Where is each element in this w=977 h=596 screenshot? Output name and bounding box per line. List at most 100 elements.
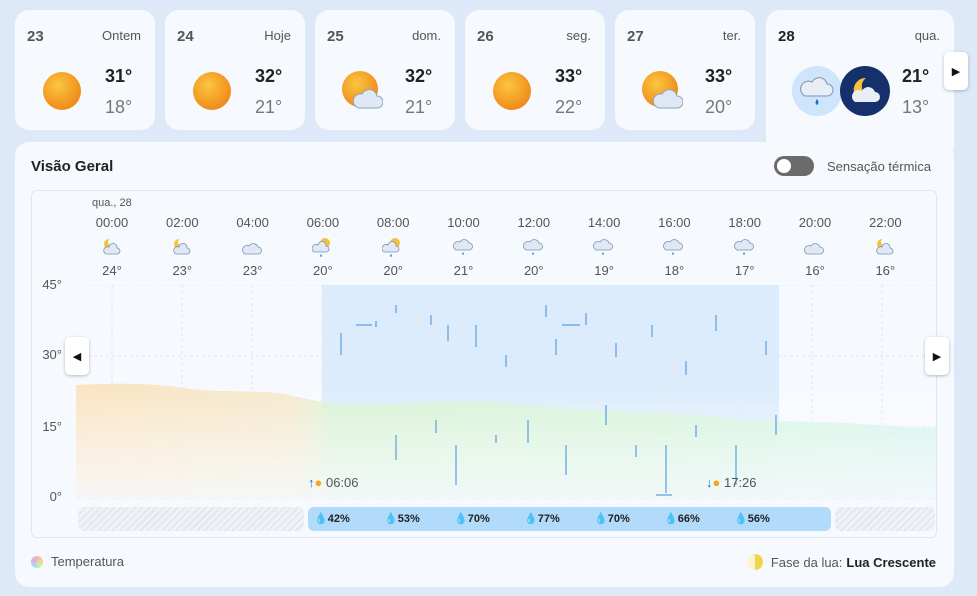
moon-cloud-icon [103, 238, 121, 255]
hour-label: 14:00 [587, 215, 621, 230]
day-name: qua. [914, 28, 940, 43]
y-tick: 30° [42, 347, 62, 362]
drop-icon: 💧 [734, 513, 748, 525]
hour-temp: 16° [805, 263, 825, 278]
hour-label: 18:00 [728, 215, 761, 230]
moon-phase: Fase da lua: Lua Crescente [746, 554, 936, 570]
hour-temp: 24° [102, 263, 122, 278]
drop-icon: 💧 [524, 513, 538, 525]
sun-icon: ● [712, 475, 721, 490]
day-name: Hoje [264, 28, 291, 43]
chevron-left-icon: ◀ [72, 350, 82, 363]
rain-cloud-icon [452, 239, 473, 255]
drop-icon: 💧 [454, 513, 468, 525]
temperature-plot [76, 285, 936, 499]
drop-icon: 💧 [314, 513, 328, 525]
sunset-label: ↓● 17:26 [706, 475, 757, 490]
hour-label: 00:00 [95, 215, 129, 230]
hour-label: 02:00 [166, 215, 199, 230]
humidity-percent: 77% [537, 513, 560, 525]
humidity-bar: 💧42% 💧53% 💧70% 💧77% 💧70% 💧66% 💧56% [308, 507, 831, 531]
y-tick: 45° [42, 277, 62, 292]
hour-temp: 23° [172, 263, 193, 278]
rain-cloud-icon [792, 66, 842, 116]
day-card-1[interactable]: 24 Hoje 32° 21° [165, 10, 305, 130]
moon-phase-value: Lua Crescente [846, 554, 936, 570]
humidity-value: 💧56% [734, 512, 770, 525]
low-temp: 18° [105, 97, 133, 117]
cloud-icon [241, 243, 262, 255]
sunrise-time: 06:06 [325, 475, 359, 490]
high-temp: 33° [705, 66, 733, 86]
overview-panel: Visão Geral Sensação térmica qua., 28 00… [15, 142, 954, 587]
day-card-2[interactable]: 25 dom. 32° 21° [315, 10, 455, 130]
humidity-value: 💧42% [314, 512, 350, 525]
day-number: 25 [327, 28, 344, 45]
day-number: 26 [477, 28, 494, 45]
chart-scroll-right-button[interactable]: ▶ [925, 337, 949, 375]
humidity-value: 💧70% [454, 512, 490, 525]
sun-icon: ● [314, 475, 323, 490]
moon-cloud-icon [173, 238, 191, 255]
hour-label: 06:00 [306, 215, 340, 230]
hour-label: 16:00 [658, 215, 691, 230]
sun-icon [493, 72, 531, 110]
sun-icon [43, 72, 81, 110]
humidity-percent: 53% [397, 513, 420, 525]
y-tick: 15° [42, 419, 62, 434]
humidity-value: 💧53% [384, 512, 420, 525]
humidity-value: 💧66% [664, 512, 700, 525]
temperature-legend: Temperatura [31, 554, 124, 569]
hour-label: 04:00 [236, 215, 269, 230]
temperature-legend-icon [31, 555, 43, 568]
high-temp: 31° [105, 66, 133, 86]
day-card-5-selected[interactable]: 28 qua. 21° 13° [766, 10, 954, 150]
day-card-0[interactable]: 23 Ontem 31° 18° [15, 10, 155, 130]
hourly-chart: qua., 28 00:00 24° 02:00 23° 04:00 23° 06:00 20… [31, 190, 937, 538]
feels-like-label: Sensação térmica [827, 159, 932, 174]
sunrise-label: ↑● 06:06 [308, 475, 359, 490]
moon-icon [746, 554, 763, 570]
rain-cloud-icon [522, 239, 543, 255]
humidity-percent: 56% [747, 513, 770, 525]
day-number: 23 [27, 28, 44, 45]
chevron-right-icon: ▶ [951, 65, 961, 78]
day-number: 24 [177, 28, 194, 45]
hour-temp: 21° [453, 263, 474, 278]
humidity-bar-hatch-right [835, 507, 935, 531]
low-temp: 21° [255, 97, 283, 117]
day-card-4[interactable]: 27 ter. 33° 20° [615, 10, 755, 130]
moon-phase-prefix: Fase da lua: [770, 554, 843, 570]
sun-rain-icon [311, 238, 330, 257]
hour-temp: 18° [664, 263, 685, 278]
humidity-value: 💧70% [594, 512, 630, 525]
high-temp: 32° [255, 66, 283, 86]
low-temp: 13° [902, 97, 930, 117]
low-temp: 20° [705, 97, 733, 117]
day-number: 28 [778, 28, 795, 45]
toggle-knob [777, 159, 791, 173]
day-number: 27 [627, 28, 644, 45]
day-name: Ontem [101, 28, 141, 43]
humidity-percent: 66% [677, 513, 700, 525]
sun-rain-icon [382, 238, 401, 257]
high-temp: 33° [555, 66, 583, 86]
low-temp: 21° [405, 97, 433, 117]
humidity-percent: 70% [467, 513, 490, 525]
drop-icon: 💧 [384, 513, 398, 525]
chart-scroll-left-button[interactable]: ◀ [65, 337, 89, 375]
humidity-percent: 42% [327, 513, 350, 525]
drop-icon: 💧 [664, 513, 678, 525]
high-temp: 32° [405, 66, 433, 86]
next-days-button[interactable]: ▶ [944, 52, 968, 90]
day-card-3[interactable]: 26 seg. 33° 22° [465, 10, 605, 130]
hour-temp: 16° [875, 263, 896, 278]
hour-temp: 20° [313, 263, 333, 278]
feels-like-toggle[interactable] [774, 156, 814, 176]
cloud-icon [804, 243, 824, 255]
date-label: qua., 28 [92, 197, 132, 209]
high-temp: 21° [902, 66, 930, 86]
sun-icon [193, 72, 231, 110]
moon-cloud-icon [840, 66, 890, 116]
sun-cloud-icon [342, 71, 383, 109]
